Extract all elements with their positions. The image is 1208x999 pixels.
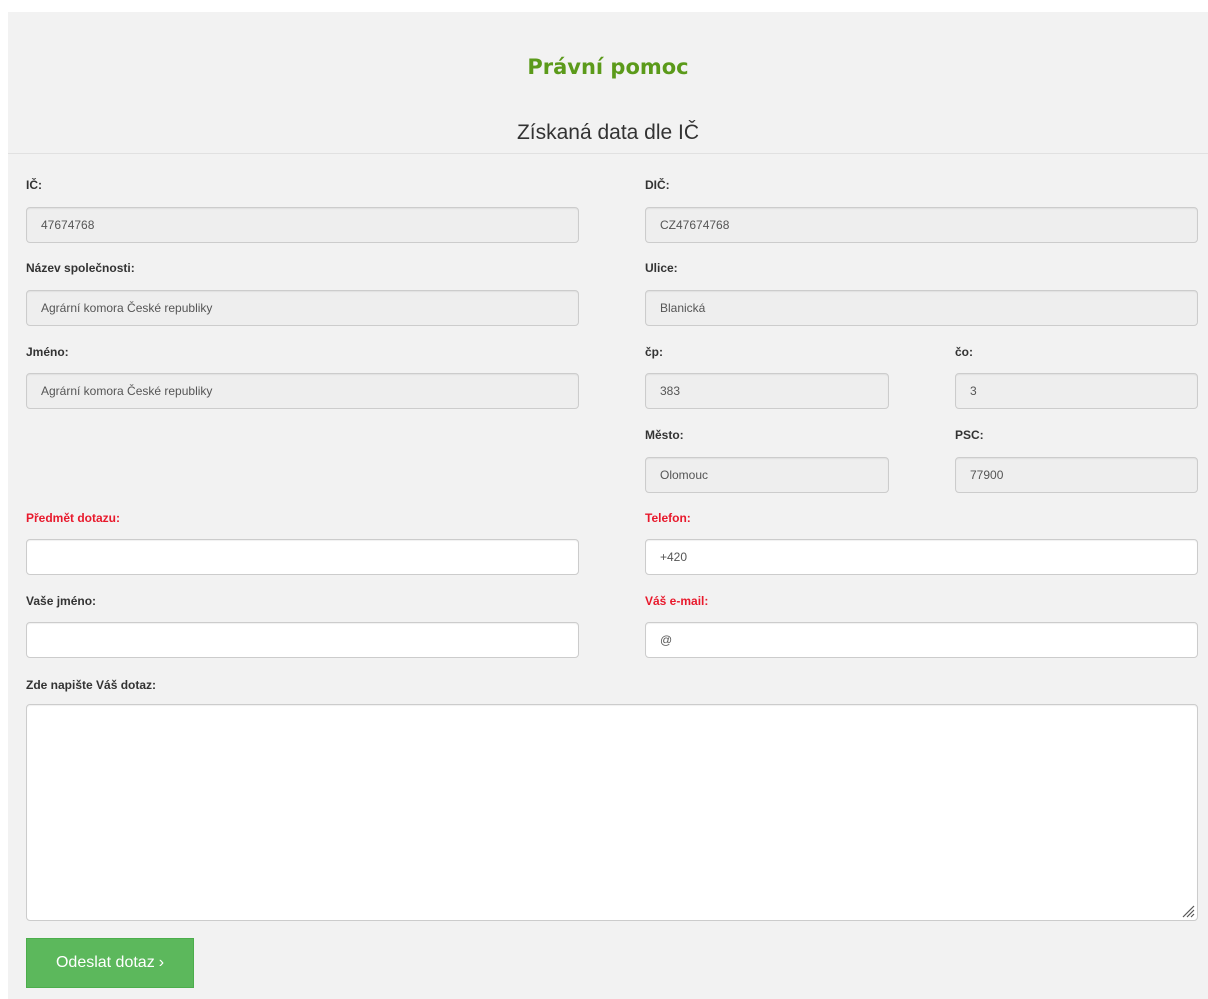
city-label: Město: [645,428,684,442]
app-title: Právní pomoc [527,55,689,79]
name-label: Jméno: [26,345,69,359]
your-name-input[interactable] [26,622,579,658]
city-field[interactable]: Olomouc [645,457,889,493]
subject-input[interactable] [26,539,579,575]
email-label: Váš e-mail: [645,594,709,608]
phone-label: Telefon: [645,511,691,525]
cp-field[interactable]: 383 [645,373,889,409]
submit-button-label: Odeslat dotaz [55,954,155,971]
psc-field[interactable]: 77900 [955,457,1198,493]
submit-button[interactable]: Odeslat dotaz › [26,938,194,988]
dic-field[interactable]: CZ47674768 [645,207,1198,243]
message-label: Zde napište Váš dotaz: [26,678,157,692]
your-name-label: Vaše jméno: [26,594,97,608]
co-label: čo: [955,345,973,359]
ic-label: IČ: [26,178,42,192]
name-field[interactable]: Agrární komora České republiky [26,373,579,409]
section-title: Získaná data dle IČ [516,121,700,144]
ic-field[interactable]: 47674768 [26,207,579,243]
top-strip [0,0,1208,12]
company-name-label: Název společnosti: [26,261,135,275]
message-textarea[interactable] [26,704,1198,921]
cp-label: čp: [645,345,663,359]
psc-label: PSC: [955,428,984,442]
chevron-right-icon: › [158,954,165,971]
phone-input[interactable]: +420 [645,539,1198,575]
company-name-field[interactable]: Agrární komora České republiky [26,290,579,326]
subject-label: Předmět dotazu: [26,511,121,525]
page: Právní pomoc Získaná data dle IČ IČ: 476… [0,0,1208,999]
dic-label: DIČ: [645,178,670,192]
email-input[interactable]: @ [645,622,1198,658]
street-label: Ulice: [645,261,678,275]
street-field[interactable]: Blanická [645,290,1198,326]
resize-handle-icon[interactable] [1181,904,1195,918]
co-field[interactable]: 3 [955,373,1198,409]
header-panel: Právní pomoc Získaná data dle IČ [8,12,1208,154]
